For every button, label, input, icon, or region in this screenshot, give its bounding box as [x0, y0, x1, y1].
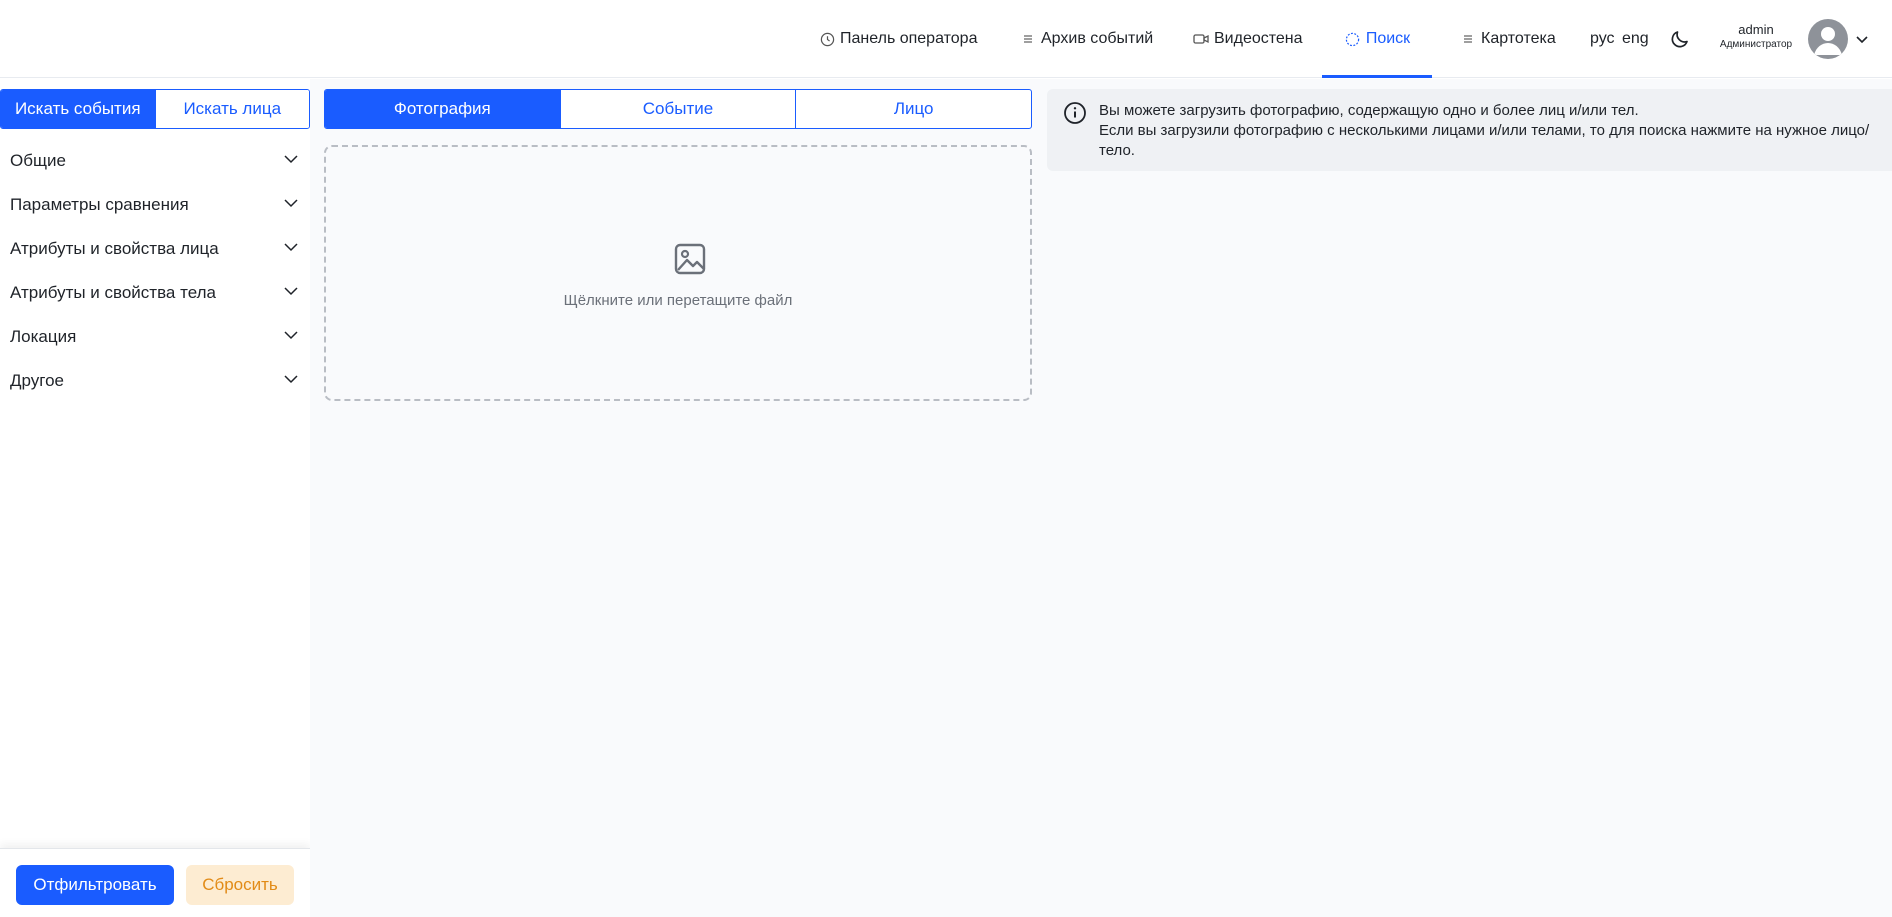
nav-label: Видеостена [1214, 30, 1303, 47]
info-icon [1063, 101, 1087, 125]
lang-en[interactable]: eng [1622, 0, 1649, 78]
tab-face[interactable]: Лицо [795, 90, 1031, 128]
video-camera-icon [1192, 30, 1210, 48]
tab-event[interactable]: Событие [559, 90, 796, 128]
section-comparison-params[interactable]: Параметры сравнения [0, 183, 300, 227]
tab-search-events[interactable]: Искать события [1, 90, 155, 128]
user-avatar-icon [1814, 27, 1842, 55]
nav-label: Поиск [1365, 30, 1411, 47]
section-label: Атрибуты и свойства лица [10, 239, 219, 258]
sidebar: Искать события Искать лица Общие Парамет… [0, 79, 310, 917]
section-face-attributes[interactable]: Атрибуты и свойства лица [0, 227, 300, 271]
tab-search-faces[interactable]: Искать лица [154, 90, 309, 128]
nav-label: Архив событий [1041, 30, 1154, 47]
user-role: Администратор [1719, 39, 1793, 50]
nav-search[interactable]: Поиск [1322, 0, 1432, 78]
moon-icon[interactable] [1668, 27, 1692, 51]
chevron-down-icon[interactable] [1853, 30, 1871, 48]
section-location[interactable]: Локация [0, 315, 300, 359]
section-label: Другое [10, 371, 65, 390]
source-tabs: Фотография Событие Лицо [324, 89, 1032, 129]
info-panel: Вы можете загрузить фотографию, содержащ… [1047, 89, 1892, 171]
main-content: Фотография Событие Лицо Щёлкните или пер… [310, 79, 1892, 917]
clock-icon [818, 30, 836, 48]
nav-operator-panel[interactable]: Панель оператора [818, 0, 977, 78]
chevron-down-icon [282, 150, 300, 173]
chevron-down-icon [282, 282, 300, 305]
section-body-attributes[interactable]: Атрибуты и свойства тела [0, 271, 300, 315]
info-line-1: Вы можете загрузить фотографию, содержащ… [1099, 102, 1639, 119]
lang-ru[interactable]: рус [1590, 0, 1615, 78]
tab-photo[interactable]: Фотография [325, 90, 560, 128]
list-icon [1459, 30, 1477, 48]
top-bar: Панель оператора Архив событий Видеостен… [0, 0, 1892, 78]
user-name: admin [1738, 22, 1774, 37]
chevron-down-icon [282, 238, 300, 261]
chevron-down-icon [282, 194, 300, 217]
section-other[interactable]: Другое [0, 359, 300, 403]
list-icon [1019, 30, 1037, 48]
file-dropzone[interactable]: Щёлкните или перетащите файл [324, 145, 1032, 401]
reset-button[interactable]: Сбросить [186, 865, 294, 905]
section-label: Атрибуты и свойства тела [10, 283, 216, 302]
search-mode-switch: Искать события Искать лица [0, 89, 310, 129]
section-label: Общие [10, 151, 66, 170]
filter-button[interactable]: Отфильтровать [16, 865, 174, 905]
info-line-2: Если вы загрузили фотографию с нескольки… [1099, 122, 1870, 159]
section-general[interactable]: Общие [0, 139, 300, 183]
sidebar-footer: Отфильтровать Сбросить [0, 848, 310, 917]
nav-label: Панель оператора [840, 30, 978, 47]
section-label: Параметры сравнения [10, 195, 189, 214]
chevron-down-icon [282, 326, 300, 349]
nav-label: Картотека [1481, 30, 1556, 47]
info-text: Вы можете загрузить фотографию, содержащ… [1099, 101, 1879, 161]
chevron-down-icon [282, 370, 300, 393]
search-circle-icon [1344, 30, 1362, 48]
nav-video-wall[interactable]: Видеостена [1192, 0, 1303, 78]
avatar[interactable] [1808, 19, 1848, 59]
image-icon [673, 242, 707, 276]
nav-event-archive[interactable]: Архив событий [1019, 0, 1153, 78]
nav-card-index[interactable]: Картотека [1459, 0, 1556, 78]
section-label: Локация [10, 327, 77, 346]
user-info: admin Администратор [1712, 22, 1800, 52]
dropzone-hint: Щёлкните или перетащите файл [563, 292, 793, 309]
